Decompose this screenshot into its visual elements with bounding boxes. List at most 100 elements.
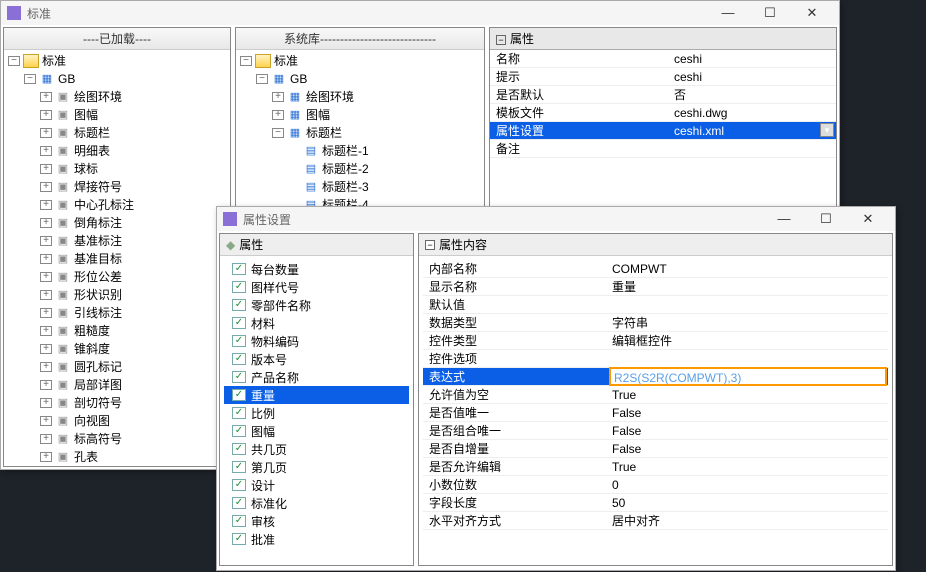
tree-item[interactable]: +▣标高符号 [6,430,228,448]
attr-item[interactable]: ✓版本号 [224,350,409,368]
check-icon: ✓ [232,281,246,293]
tree-item[interactable]: +▣图幅 [6,106,228,124]
attr-item[interactable]: ✓审核 [224,512,409,530]
tree-item[interactable]: +▣倒角标注 [6,214,228,232]
check-icon: ✓ [232,335,246,347]
check-icon: ✓ [232,389,246,401]
check-icon: ✓ [232,263,246,275]
tree-item[interactable]: +▣焊接符号 [6,178,228,196]
prop-row-expression: 表达式R2S(S2R(COMPWT),3) [423,368,888,386]
item-icon: ▣ [55,198,71,212]
attr-item[interactable]: ✓设计 [224,476,409,494]
prop-row: 字段长度50 [423,494,888,512]
grid-icon: ▦ [287,108,303,122]
tree-item[interactable]: +▣局部详图 [6,376,228,394]
attr-content-panel: −属性内容 内部名称COMPWT 显示名称重量 默认值 数据类型字符串 控件类型… [418,233,893,566]
item-icon: ▣ [55,324,71,338]
tree-item[interactable]: +▣形位公差 [6,268,228,286]
prop-row: 默认值 [423,296,888,314]
dropdown-icon[interactable]: ▾ [820,123,834,137]
attr-item[interactable]: ✓每台数量 [224,260,409,278]
titlebar[interactable]: 属性设置 — ☐ ✕ [217,207,895,231]
tree-item[interactable]: +▣明细表 [6,142,228,160]
tree-item[interactable]: +▣锥斜度 [6,340,228,358]
titlebar[interactable]: 标准 — ☐ ✕ [1,1,839,25]
close-button[interactable]: ✕ [791,2,833,24]
minimize-button[interactable]: — [707,2,749,24]
check-icon: ✓ [232,533,246,545]
item-icon: ▣ [55,378,71,392]
attr-item[interactable]: ✓标准化 [224,494,409,512]
props-header: −属性 [490,28,836,50]
prop-row-selected: 属性设置ceshi.xml▾ [490,122,836,140]
attr-item[interactable]: ✓物料编码 [224,332,409,350]
tree-item[interactable]: +▣圆孔标记 [6,358,228,376]
tree-item[interactable]: +▣孔表 [6,448,228,466]
attr-item[interactable]: ✓比例 [224,404,409,422]
tree-item[interactable]: +▣基准目标 [6,250,228,268]
prop-row: 是否组合唯一False [423,422,888,440]
tree-item[interactable]: +▣标题栏 [6,124,228,142]
book-icon: ▦ [271,72,287,86]
tree-item[interactable]: −▦标题栏 [238,124,482,142]
prop-row: 提示ceshi [490,68,836,86]
tree-gb[interactable]: −▦GB [238,70,482,88]
folder-icon [255,54,271,68]
attr-item[interactable]: ✓产品名称 [224,368,409,386]
attr-item[interactable]: ✓重量 [224,386,409,404]
check-icon: ✓ [232,299,246,311]
attr-item[interactable]: ✓图样代号 [224,278,409,296]
item-icon: ▣ [55,162,71,176]
check-icon: ✓ [232,515,246,527]
item-icon: ▣ [55,396,71,410]
window-title: 属性设置 [243,211,763,228]
tree-item[interactable]: +▣剖切符号 [6,394,228,412]
attr-item[interactable]: ✓共几页 [224,440,409,458]
tree-gb[interactable]: −▦GB [6,70,228,88]
attr-item[interactable]: ✓材料 [224,314,409,332]
tree-item[interactable]: +▦图幅 [238,106,482,124]
item-icon: ▣ [55,432,71,446]
tree-item[interactable]: +▣基准标注 [6,232,228,250]
maximize-button[interactable]: ☐ [805,208,847,230]
check-icon: ✓ [232,353,246,365]
tree-item[interactable]: +▣球标 [6,160,228,178]
prop-row: 小数位数0 [423,476,888,494]
tree-item[interactable]: +▣中心孔标注 [6,196,228,214]
close-button[interactable]: ✕ [847,208,889,230]
grid-icon: ▦ [287,126,303,140]
tree-item[interactable]: +▣形状识别 [6,286,228,304]
minimize-button[interactable]: — [763,208,805,230]
item-icon: ▣ [55,216,71,230]
item-icon: ▣ [55,342,71,356]
prop-row: 允许值为空True [423,386,888,404]
item-icon: ▣ [55,270,71,284]
tree-item[interactable]: +▣粗糙度 [6,322,228,340]
prop-row: 备注 [490,140,836,158]
attr-item[interactable]: ✓第几页 [224,458,409,476]
tree-item[interactable]: +▣向视图 [6,412,228,430]
tree-item[interactable]: ▤标题栏-2 [238,160,482,178]
check-icon: ✓ [232,371,246,383]
prop-row: 名称ceshi [490,50,836,68]
app-icon [7,6,21,20]
tree-root[interactable]: −标准 [6,52,228,70]
prop-row: 显示名称重量 [423,278,888,296]
tree-item[interactable]: +▣绘图环境 [6,88,228,106]
tree-item[interactable]: ▤标题栏-3 [238,178,482,196]
app-icon [223,212,237,226]
prop-row: 是否默认否 [490,86,836,104]
attr-list[interactable]: ✓每台数量✓图样代号✓零部件名称✓材料✓物料编码✓版本号✓产品名称✓重量✓比例✓… [220,256,413,567]
prop-row: 是否自增量False [423,440,888,458]
tree-item[interactable]: +▦绘图环境 [238,88,482,106]
tree-item[interactable]: +▣引线标注 [6,304,228,322]
check-icon: ✓ [232,407,246,419]
attr-item[interactable]: ✓图幅 [224,422,409,440]
attr-item[interactable]: ✓零部件名称 [224,296,409,314]
tree-root[interactable]: −标准 [238,52,482,70]
maximize-button[interactable]: ☐ [749,2,791,24]
prop-row: 内部名称COMPWT [423,260,888,278]
tree-item[interactable]: ▤标题栏-1 [238,142,482,160]
attr-item[interactable]: ✓批准 [224,530,409,548]
loaded-tree[interactable]: −标准 −▦GB +▣绘图环境+▣图幅+▣标题栏+▣明细表+▣球标+▣焊接符号+… [4,50,230,467]
